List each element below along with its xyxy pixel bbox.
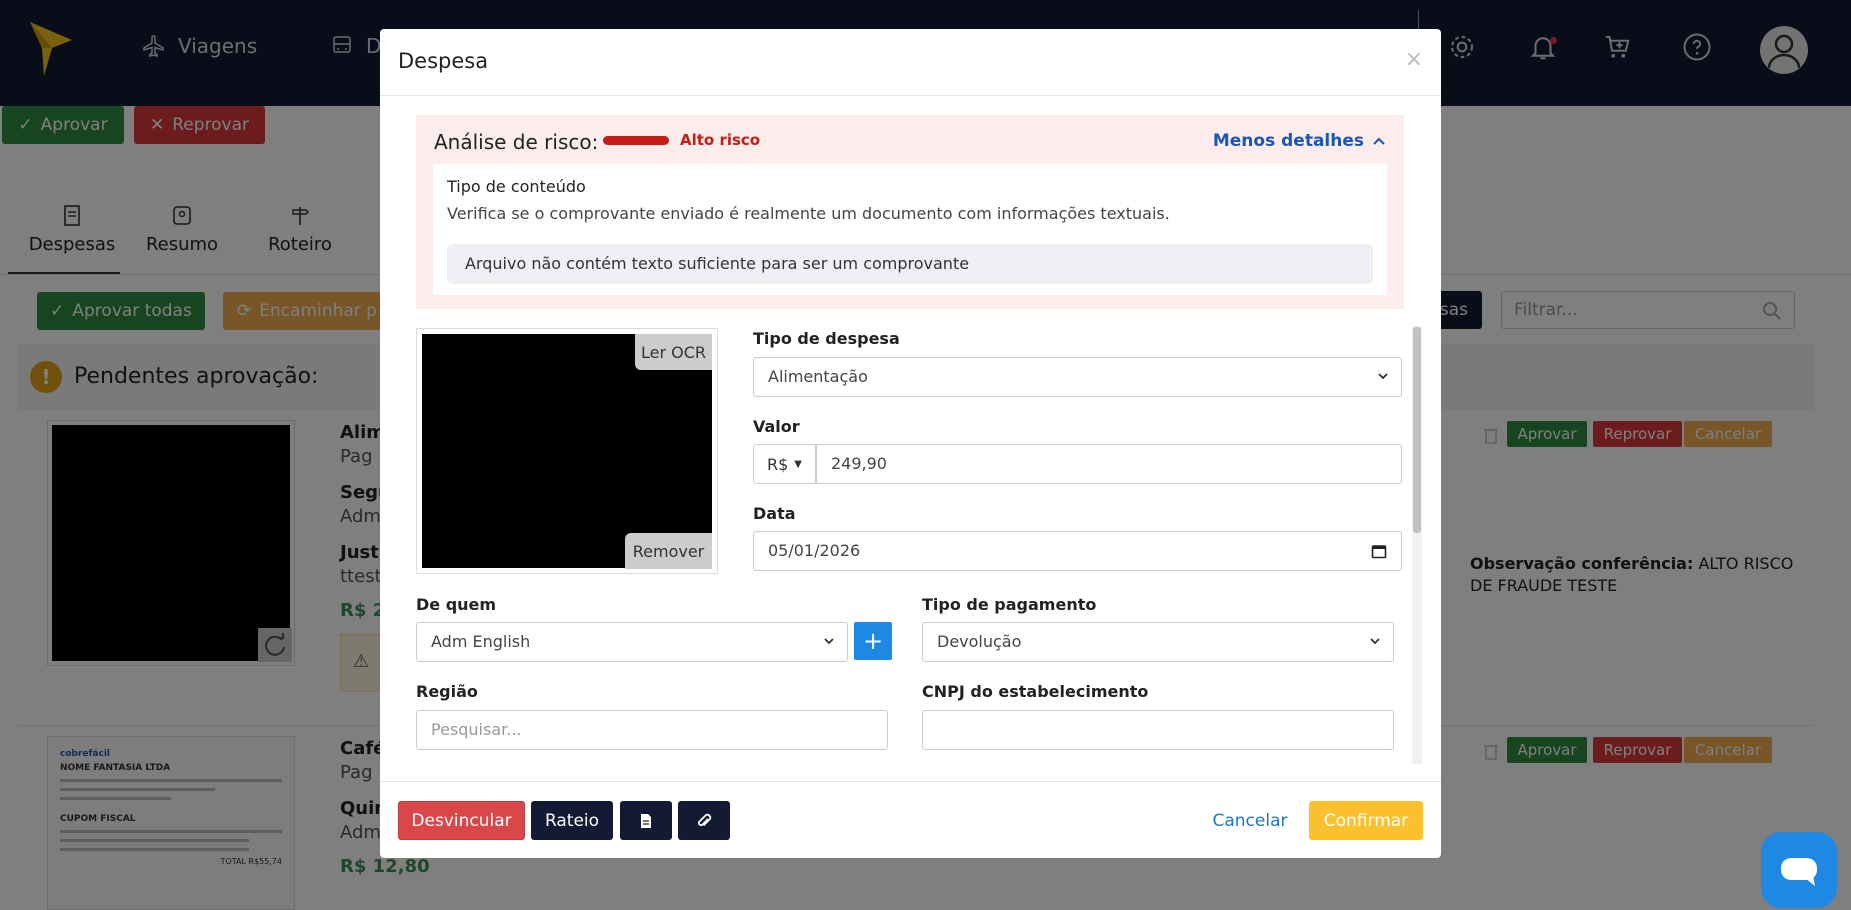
value-input[interactable]: 249,90 bbox=[816, 444, 1402, 484]
risk-detail-message: Arquivo não contém texto suficiente para… bbox=[447, 244, 1373, 284]
risk-label: Análise de risco: bbox=[434, 130, 599, 154]
from-value: Adm English bbox=[431, 632, 531, 651]
payment-type-value: Devolução bbox=[937, 632, 1022, 651]
risk-detail-card: Tipo de conteúdo Verifica se o comprovan… bbox=[433, 164, 1387, 295]
cancel-button[interactable]: Cancelar bbox=[1200, 801, 1300, 840]
currency-dropdown[interactable]: R$ ▼ bbox=[753, 444, 816, 484]
modal-header-divider bbox=[380, 95, 1441, 96]
region-search-input[interactable]: Pesquisar... bbox=[416, 710, 888, 750]
remove-receipt-button[interactable]: Remover bbox=[625, 533, 712, 569]
risk-toggle-label: Menos detalhes bbox=[1212, 131, 1364, 151]
from-select[interactable]: Adm English bbox=[416, 622, 848, 662]
chevron-up-icon bbox=[1373, 137, 1385, 145]
date-input[interactable]: 05/01/2026 bbox=[753, 531, 1402, 571]
chevron-down-icon bbox=[1378, 373, 1388, 380]
file-text-icon bbox=[641, 813, 651, 828]
region-placeholder: Pesquisar... bbox=[431, 720, 522, 739]
payment-type-select[interactable]: Devolução bbox=[922, 622, 1394, 662]
risk-detail-desc: Verifica se o comprovante enviado é real… bbox=[447, 204, 1170, 223]
paperclip-icon bbox=[698, 813, 712, 826]
risk-analysis-panel: Análise de risco: Alto risco Menos detal… bbox=[416, 115, 1404, 309]
plus-icon: + bbox=[862, 627, 884, 655]
chat-button[interactable] bbox=[1761, 832, 1837, 908]
read-ocr-button[interactable]: Ler OCR bbox=[635, 334, 712, 370]
expense-type-value: Alimentação bbox=[768, 367, 868, 386]
risk-detail-title: Tipo de conteúdo bbox=[447, 177, 586, 196]
date-text: 05/01/2026 bbox=[768, 541, 861, 560]
expense-type-select[interactable]: Alimentação bbox=[753, 357, 1402, 397]
date-label: Data bbox=[753, 504, 796, 523]
chevron-down-icon bbox=[824, 638, 834, 645]
chat-icon bbox=[1781, 858, 1817, 886]
unlink-button[interactable]: Desvincular bbox=[398, 801, 525, 840]
close-icon[interactable]: × bbox=[1405, 47, 1423, 72]
risk-level: Alto risco bbox=[680, 131, 761, 149]
currency-label: R$ bbox=[767, 454, 789, 474]
from-label: De quem bbox=[416, 595, 497, 614]
value-label: Valor bbox=[753, 417, 800, 436]
add-person-button[interactable]: + bbox=[854, 622, 892, 660]
modal-scrollbar-thumb[interactable] bbox=[1413, 327, 1421, 533]
modal-title: Despesa bbox=[398, 49, 489, 73]
caret-down-icon: ▼ bbox=[794, 458, 802, 470]
risk-toggle-button[interactable]: Menos detalhes bbox=[1213, 131, 1386, 151]
region-label: Região bbox=[416, 682, 478, 701]
value-text: 249,90 bbox=[831, 454, 887, 473]
cnpj-label: CNPJ do estabelecimento bbox=[922, 682, 1149, 701]
document-button[interactable] bbox=[620, 801, 672, 840]
expense-modal: Despesa × Análise de risco: Alto risco M… bbox=[380, 29, 1441, 858]
chevron-down-icon bbox=[1370, 638, 1380, 645]
payment-type-label: Tipo de pagamento bbox=[922, 595, 1097, 614]
calendar-icon[interactable] bbox=[1371, 543, 1387, 559]
cnpj-input[interactable] bbox=[922, 710, 1394, 750]
attach-button[interactable] bbox=[678, 801, 730, 840]
modal-footer-divider bbox=[380, 781, 1441, 782]
risk-level-bar bbox=[603, 136, 669, 145]
split-button[interactable]: Rateio bbox=[531, 801, 613, 840]
confirm-button[interactable]: Confirmar bbox=[1309, 801, 1423, 840]
expense-type-label: Tipo de despesa bbox=[753, 329, 900, 348]
